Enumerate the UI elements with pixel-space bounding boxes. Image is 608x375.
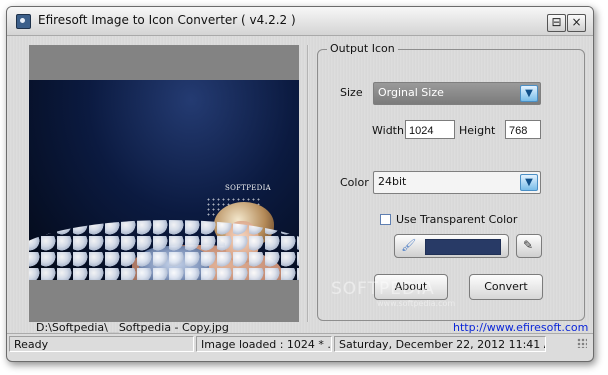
preview-bubbles: [29, 220, 299, 280]
size-select-value: Orginal Size: [378, 86, 444, 99]
image-preview-frame: SOFTPEDIA: [29, 45, 299, 322]
paint-brush-icon: 🖌: [401, 238, 417, 252]
transparent-color-button[interactable]: 🖌: [394, 234, 509, 258]
eyedropper-icon: ✎: [523, 238, 534, 252]
height-label: Height: [459, 124, 496, 137]
close-button[interactable]: ×: [567, 14, 586, 32]
size-select[interactable]: Orginal Size ▼: [373, 82, 541, 105]
status-bar: Ready Image loaded : 1024 * ... Saturday…: [7, 333, 593, 354]
image-preview: SOFTPEDIA: [29, 80, 299, 280]
watermark-subtext: www.softpedia.com: [377, 299, 456, 308]
status-datetime: Saturday, December 22, 2012 11:41 AM: [334, 336, 546, 352]
transparent-color-checkbox[interactable]: [380, 214, 391, 225]
eyedropper-button[interactable]: ✎: [516, 234, 542, 258]
window-title: Efiresoft Image to Icon Converter ( v4.2…: [38, 13, 296, 27]
watermark: SOFTPEDIA: [331, 279, 435, 299]
chevron-down-icon[interactable]: ▼: [520, 85, 538, 102]
vertical-divider: [307, 45, 309, 322]
height-input[interactable]: [505, 120, 541, 139]
transparent-color-label: Use Transparent Color: [396, 213, 518, 226]
main-window: Efiresoft Image to Icon Converter ( v4.2…: [6, 6, 594, 362]
width-input[interactable]: [405, 120, 455, 139]
size-label: Size: [340, 86, 363, 99]
width-label: Width: [372, 124, 404, 137]
resize-grip[interactable]: [577, 338, 587, 348]
color-label: Color: [340, 176, 369, 189]
convert-button[interactable]: Convert: [469, 274, 543, 300]
app-icon: [16, 14, 31, 29]
group-title: Output Icon: [327, 42, 398, 55]
status-image-loaded: Image loaded : 1024 * ...: [196, 336, 332, 352]
minimize-button[interactable]: ⊟: [547, 14, 566, 32]
transparent-color-swatch: [425, 239, 501, 255]
color-select[interactable]: 24bit ▼: [373, 171, 541, 194]
chevron-down-icon[interactable]: ▼: [520, 174, 538, 191]
color-select-value: 24bit: [378, 175, 407, 188]
status-ready: Ready: [9, 336, 194, 352]
preview-logo-text: SOFTPEDIA: [225, 184, 272, 192]
title-bar[interactable]: Efiresoft Image to Icon Converter ( v4.2…: [7, 7, 593, 36]
